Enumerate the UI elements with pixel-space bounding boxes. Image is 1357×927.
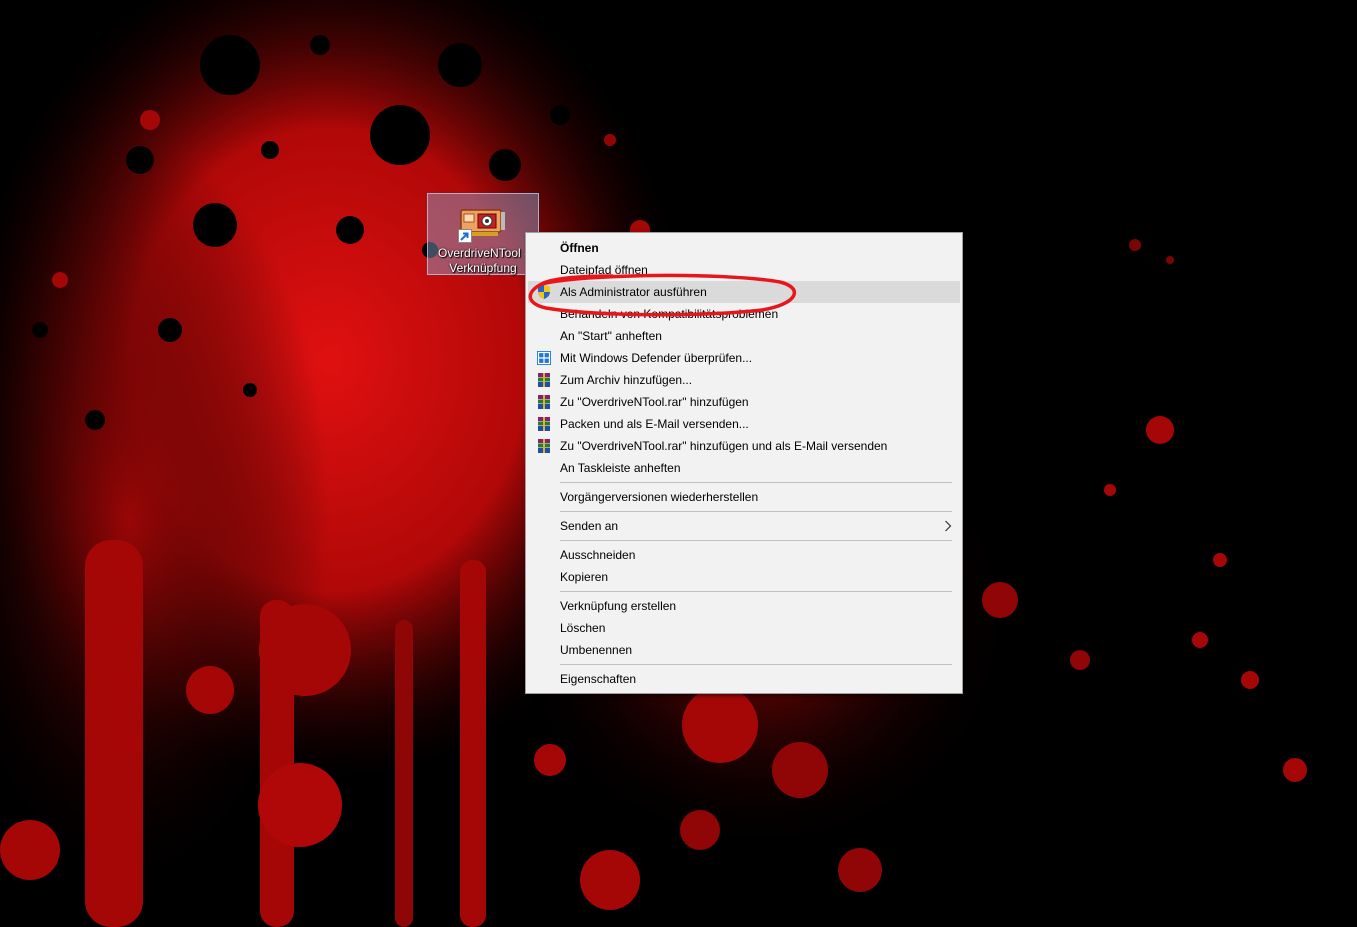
menu-item-label: Kopieren [560,570,609,584]
menu-separator [560,540,952,541]
menu-item-pack-and-email[interactable]: Packen und als E-Mail versenden... [526,413,962,435]
shortcut-arrow-icon [458,229,472,243]
menu-item-label: Als Administrator ausführen [560,285,707,299]
menu-item-label: Öffnen [560,241,599,255]
menu-separator [560,511,952,512]
menu-item-copy[interactable]: Kopieren [526,566,962,588]
menu-item-create-shortcut[interactable]: Verknüpfung erstellen [526,595,962,617]
shortcut-label-line2: Verknüpfung [449,261,517,275]
winrar-icon [538,373,550,387]
menu-item-restore-previous-versions[interactable]: Vorgängerversionen wiederherstellen [526,486,962,508]
desktop-shortcut-overdriventool[interactable]: OverdriveNTool - Verknüpfung [427,193,539,275]
winrar-icon [538,439,550,453]
menu-item-label: Packen und als E-Mail versenden... [560,417,749,431]
menu-item-label: Dateipfad öffnen [560,263,648,277]
menu-item-properties[interactable]: Eigenschaften [526,668,962,690]
winrar-icon [538,395,550,409]
shortcut-label: OverdriveNTool - Verknüpfung [428,246,538,276]
menu-item-send-to[interactable]: Senden an [526,515,962,537]
menu-item-open[interactable]: Öffnen [526,237,962,259]
menu-item-add-to-rar-and-email[interactable]: Zu "OverdriveNTool.rar" hinzufügen und a… [526,435,962,457]
menu-item-label: Behandeln von Kompatibilitätsproblemen [560,307,779,321]
menu-item-delete[interactable]: Löschen [526,617,962,639]
menu-item-label: An Taskleiste anheften [560,461,681,475]
menu-item-add-to-rar[interactable]: Zu "OverdriveNTool.rar" hinzufügen [526,391,962,413]
context-menu: Öffnen Dateipfad öffnen Als Administrato… [525,232,963,694]
winrar-icon [538,417,550,431]
uac-shield-icon [538,285,550,299]
menu-item-label: Umbenennen [560,643,633,657]
menu-item-label: Löschen [560,621,606,635]
menu-item-label: Zu "OverdriveNTool.rar" hinzufügen [560,395,749,409]
menu-item-pin-to-start[interactable]: An "Start" anheften [526,325,962,347]
menu-item-troubleshoot-compatibility[interactable]: Behandeln von Kompatibilitätsproblemen [526,303,962,325]
menu-item-pin-to-taskbar[interactable]: An Taskleiste anheften [526,457,962,479]
menu-item-cut[interactable]: Ausschneiden [526,544,962,566]
windows-defender-icon [537,351,551,365]
menu-item-rename[interactable]: Umbenennen [526,639,962,661]
menu-item-add-to-archive[interactable]: Zum Archiv hinzufügen... [526,369,962,391]
menu-item-label: An "Start" anheften [560,329,662,343]
menu-item-label: Eigenschaften [560,672,637,686]
shortcut-label-line1: OverdriveNTool - [437,246,529,260]
menu-item-label: Senden an [560,519,619,533]
menu-separator [560,591,952,592]
menu-item-label: Vorgängerversionen wiederherstellen [560,490,759,504]
menu-separator [560,664,952,665]
menu-item-label: Zum Archiv hinzufügen... [560,373,693,387]
menu-item-label: Zu "OverdriveNTool.rar" hinzufügen und a… [560,439,888,453]
menu-item-label: Verknüpfung erstellen [560,599,677,613]
chevron-right-icon [945,520,952,532]
menu-item-run-as-administrator[interactable]: Als Administrator ausführen [528,281,960,303]
menu-item-label: Mit Windows Defender überprüfen... [560,351,753,365]
menu-item-open-file-location[interactable]: Dateipfad öffnen [526,259,962,281]
menu-item-label: Ausschneiden [560,548,636,562]
menu-separator [560,482,952,483]
menu-item-scan-with-defender[interactable]: Mit Windows Defender überprüfen... [526,347,962,369]
